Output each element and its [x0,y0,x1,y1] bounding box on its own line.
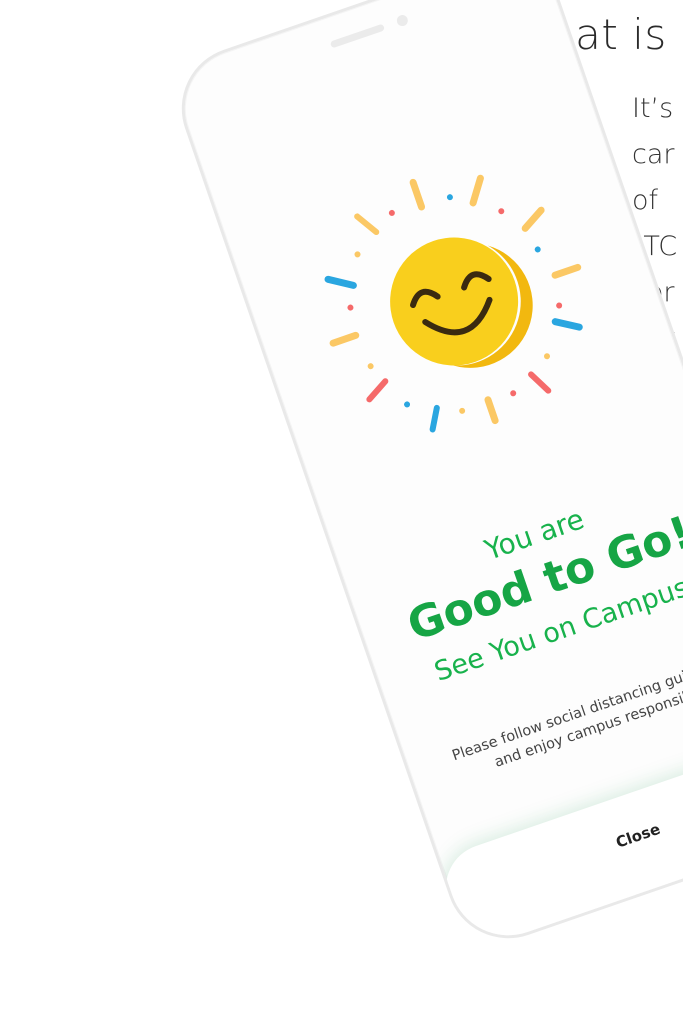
smiling-face-icon [390,237,533,368]
article-line: It’s [632,93,674,124]
phone-speaker [329,23,386,49]
phone-screen: You are Good to Go! See You on Campus! P… [169,0,683,956]
article-line: car [632,139,675,170]
phone-camera [395,13,410,28]
phone-mockup: You are Good to Go! See You on Campus! P… [165,0,683,956]
article-line: of [632,185,659,216]
confetti-burst [324,174,583,433]
page: What is It’s car of LTC cor cor [0,0,683,1023]
close-button-label: Close [613,819,663,852]
